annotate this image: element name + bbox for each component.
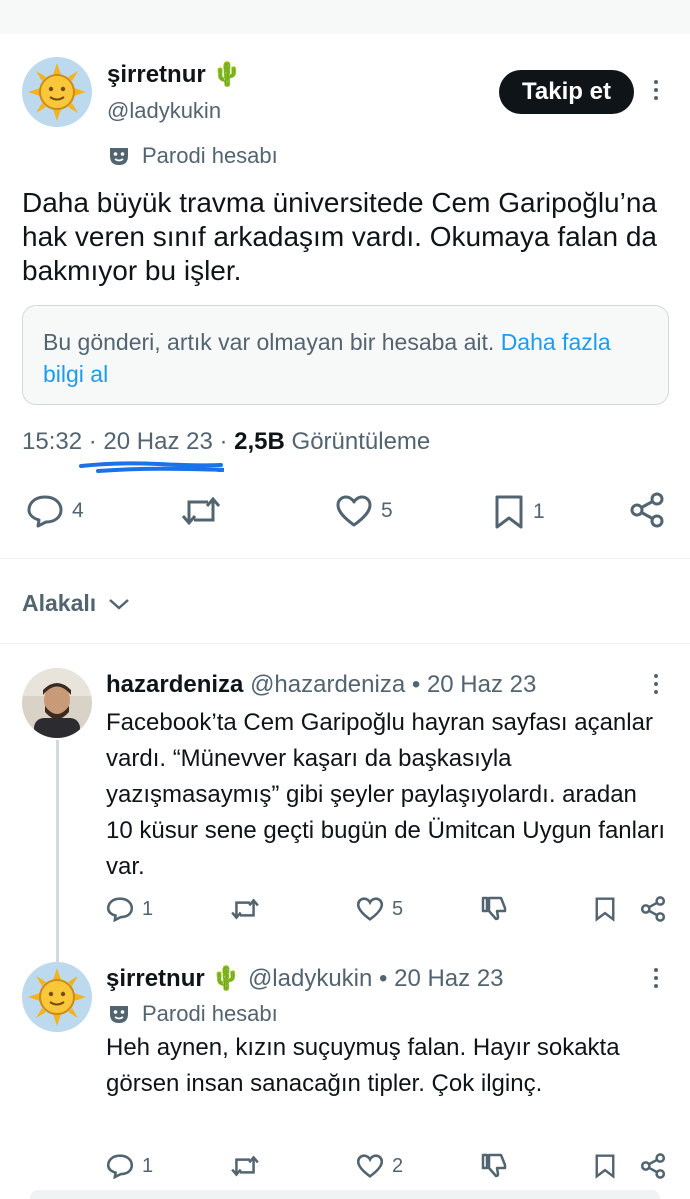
cactus-emoji-icon: 🌵: [212, 61, 243, 88]
like-button[interactable]: 5: [335, 494, 393, 528]
reply-icon: [26, 494, 64, 528]
repost-icon: [230, 896, 260, 922]
top-bar: [0, 0, 690, 34]
like-count: 2: [392, 1154, 404, 1177]
author-name-row[interactable]: şirretnur 🌵: [107, 60, 242, 90]
cactus-emoji-icon: 🌵: [211, 965, 242, 992]
bookmark-icon: [493, 494, 525, 530]
repost-button[interactable]: [180, 494, 222, 528]
meta-separator: •: [411, 671, 421, 698]
reply-count: 4: [72, 499, 84, 522]
reply-button[interactable]: 4: [26, 494, 84, 528]
share-button[interactable]: [640, 1152, 666, 1180]
deleted-account-notice: Bu gönderi, artık var olmayan bir hesaba…: [22, 305, 669, 405]
post-date[interactable]: 20 Haz 23: [103, 428, 212, 455]
meta-separator: •: [379, 965, 388, 992]
follow-button[interactable]: Takip et: [499, 70, 634, 114]
repost-icon: [180, 494, 222, 528]
repost-button[interactable]: [230, 1153, 260, 1179]
thumbs-down-icon: [480, 1151, 508, 1179]
reply-button[interactable]: 1: [106, 896, 153, 922]
views-label: Görüntüleme: [291, 428, 431, 455]
meta-separator: ·: [88, 428, 97, 455]
theater-mask-icon: [108, 1003, 130, 1025]
divider: [0, 558, 690, 559]
share-button[interactable]: [640, 895, 666, 923]
notice-text: Bu gönderi, artık var olmayan bir hesaba…: [43, 329, 495, 355]
like-count: 5: [392, 897, 404, 920]
reply-author-avatar[interactable]: [22, 962, 92, 1032]
bookmark-button[interactable]: [594, 1152, 616, 1180]
author-handle[interactable]: @ladykukin: [107, 97, 221, 125]
thread-line: [56, 740, 59, 965]
reply-icon: [106, 1153, 134, 1179]
reply-header: şirretnur 🌵 @ladykukin • 20 Haz 23: [106, 964, 504, 994]
parody-label-row: Parodi hesabı: [108, 143, 278, 169]
reply-count: 1: [142, 1154, 154, 1177]
share-icon: [629, 492, 665, 528]
dislike-button[interactable]: [480, 894, 508, 922]
share-icon: [640, 895, 666, 923]
more-options-icon[interactable]: [652, 968, 660, 992]
bottom-compose-bar: [30, 1190, 660, 1199]
reply-button[interactable]: 1: [106, 1153, 153, 1179]
bookmark-button[interactable]: 1: [493, 494, 545, 530]
bookmark-count: 1: [533, 500, 545, 523]
more-options-icon[interactable]: [652, 80, 660, 104]
reply-header: hazardeniza @hazardeniza • 20 Haz 23: [106, 670, 536, 700]
reply-author-handle[interactable]: @ladykukin: [248, 965, 372, 992]
parody-label: Parodi hesabı: [142, 143, 278, 168]
reply-date[interactable]: 20 Haz 23: [394, 965, 503, 992]
reply-text: Heh aynen, kızın suçuymuş falan. Hayır s…: [106, 1034, 620, 1097]
underline-annotation: [79, 461, 224, 473]
meta-separator: ·: [219, 428, 228, 455]
relevance-sort[interactable]: Alakalı: [22, 590, 130, 617]
repost-icon: [230, 1153, 260, 1179]
reply-count: 1: [142, 897, 154, 920]
post-meta: 15:32 · 20 Haz 23 · 2,5B Görüntüleme: [22, 426, 430, 458]
reply-text: Facebook’ta Cem Garipoğlu hayran sayfası…: [106, 709, 665, 880]
reply-author-name[interactable]: hazardeniza: [106, 671, 243, 698]
like-button[interactable]: 2: [356, 1153, 403, 1179]
parody-label-row: Parodi hesabı: [108, 1001, 278, 1027]
like-button[interactable]: 5: [356, 896, 403, 922]
share-button[interactable]: [629, 492, 665, 528]
repost-button[interactable]: [230, 896, 260, 922]
parody-label: Parodi hesabı: [142, 1001, 278, 1026]
bookmark-icon: [594, 1152, 616, 1180]
chevron-down-icon: [108, 597, 130, 611]
heart-icon: [335, 494, 373, 528]
post-text: Daha büyük travma üniversitede Cem Garip…: [22, 187, 657, 286]
relevance-label: Alakalı: [22, 590, 97, 616]
reply-date[interactable]: 20 Haz 23: [427, 671, 536, 698]
bookmark-button[interactable]: [594, 895, 616, 923]
thumbs-down-icon: [480, 894, 508, 922]
post-time[interactable]: 15:32: [22, 428, 82, 455]
theater-mask-icon: [108, 145, 130, 167]
dislike-button[interactable]: [480, 1151, 508, 1179]
reply-author-name[interactable]: şirretnur: [106, 965, 205, 992]
divider: [0, 643, 690, 644]
reply-author-handle[interactable]: @hazardeniza: [250, 671, 405, 698]
views-count: 2,5B: [234, 428, 285, 455]
like-count: 5: [381, 499, 393, 522]
reply-author-avatar[interactable]: [22, 668, 92, 738]
author-avatar[interactable]: [22, 57, 92, 127]
heart-icon: [356, 896, 384, 922]
reply-icon: [106, 896, 134, 922]
more-options-icon[interactable]: [652, 674, 660, 698]
heart-icon: [356, 1153, 384, 1179]
bookmark-icon: [594, 895, 616, 923]
share-icon: [640, 1152, 666, 1180]
author-display-name[interactable]: şirretnur: [107, 61, 206, 88]
